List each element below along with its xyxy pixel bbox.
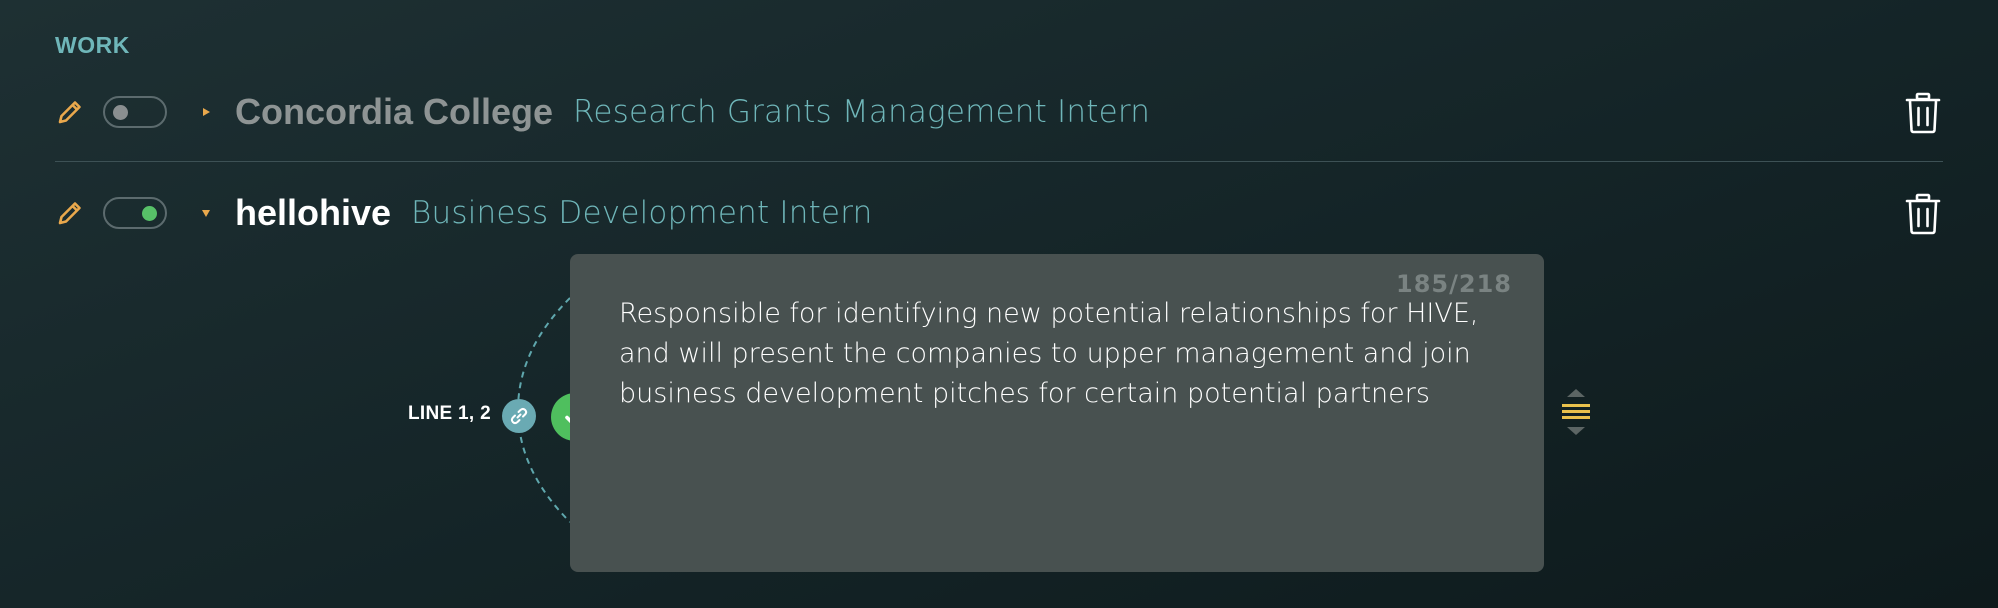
drag-handle-icon[interactable]	[1556, 387, 1596, 437]
job-role: Business Development Intern	[411, 195, 873, 231]
toggle-knob	[142, 206, 157, 221]
bullet-editor[interactable]: 185/218 Responsible for identifying new …	[570, 254, 1544, 572]
bullet-text-input[interactable]: Responsible for identifying new potentia…	[619, 294, 1499, 414]
toggle-knob	[113, 105, 128, 120]
work-entry-concordia: Concordia College Research Grants Manage…	[55, 82, 1943, 142]
link-icon[interactable]	[502, 399, 536, 433]
visibility-toggle[interactable]	[103, 197, 167, 229]
line-number-label: LINE 1, 2	[408, 403, 491, 424]
pencil-icon[interactable]	[55, 97, 85, 127]
caret-right-icon[interactable]	[199, 105, 213, 119]
visibility-toggle[interactable]	[103, 96, 167, 128]
job-role: Research Grants Management Intern	[573, 94, 1151, 130]
trash-icon[interactable]	[1903, 92, 1943, 134]
section-title: WORK	[55, 32, 130, 58]
company-name[interactable]: Concordia College	[235, 91, 553, 133]
company-name[interactable]: hellohive	[235, 192, 391, 234]
work-entry-hellohive: hellohive Business Development Intern	[55, 183, 1943, 243]
divider	[55, 161, 1943, 162]
character-count: 185/218	[1396, 270, 1512, 298]
trash-icon[interactable]	[1903, 193, 1943, 235]
pencil-icon[interactable]	[55, 198, 85, 228]
caret-down-icon[interactable]	[199, 206, 213, 220]
